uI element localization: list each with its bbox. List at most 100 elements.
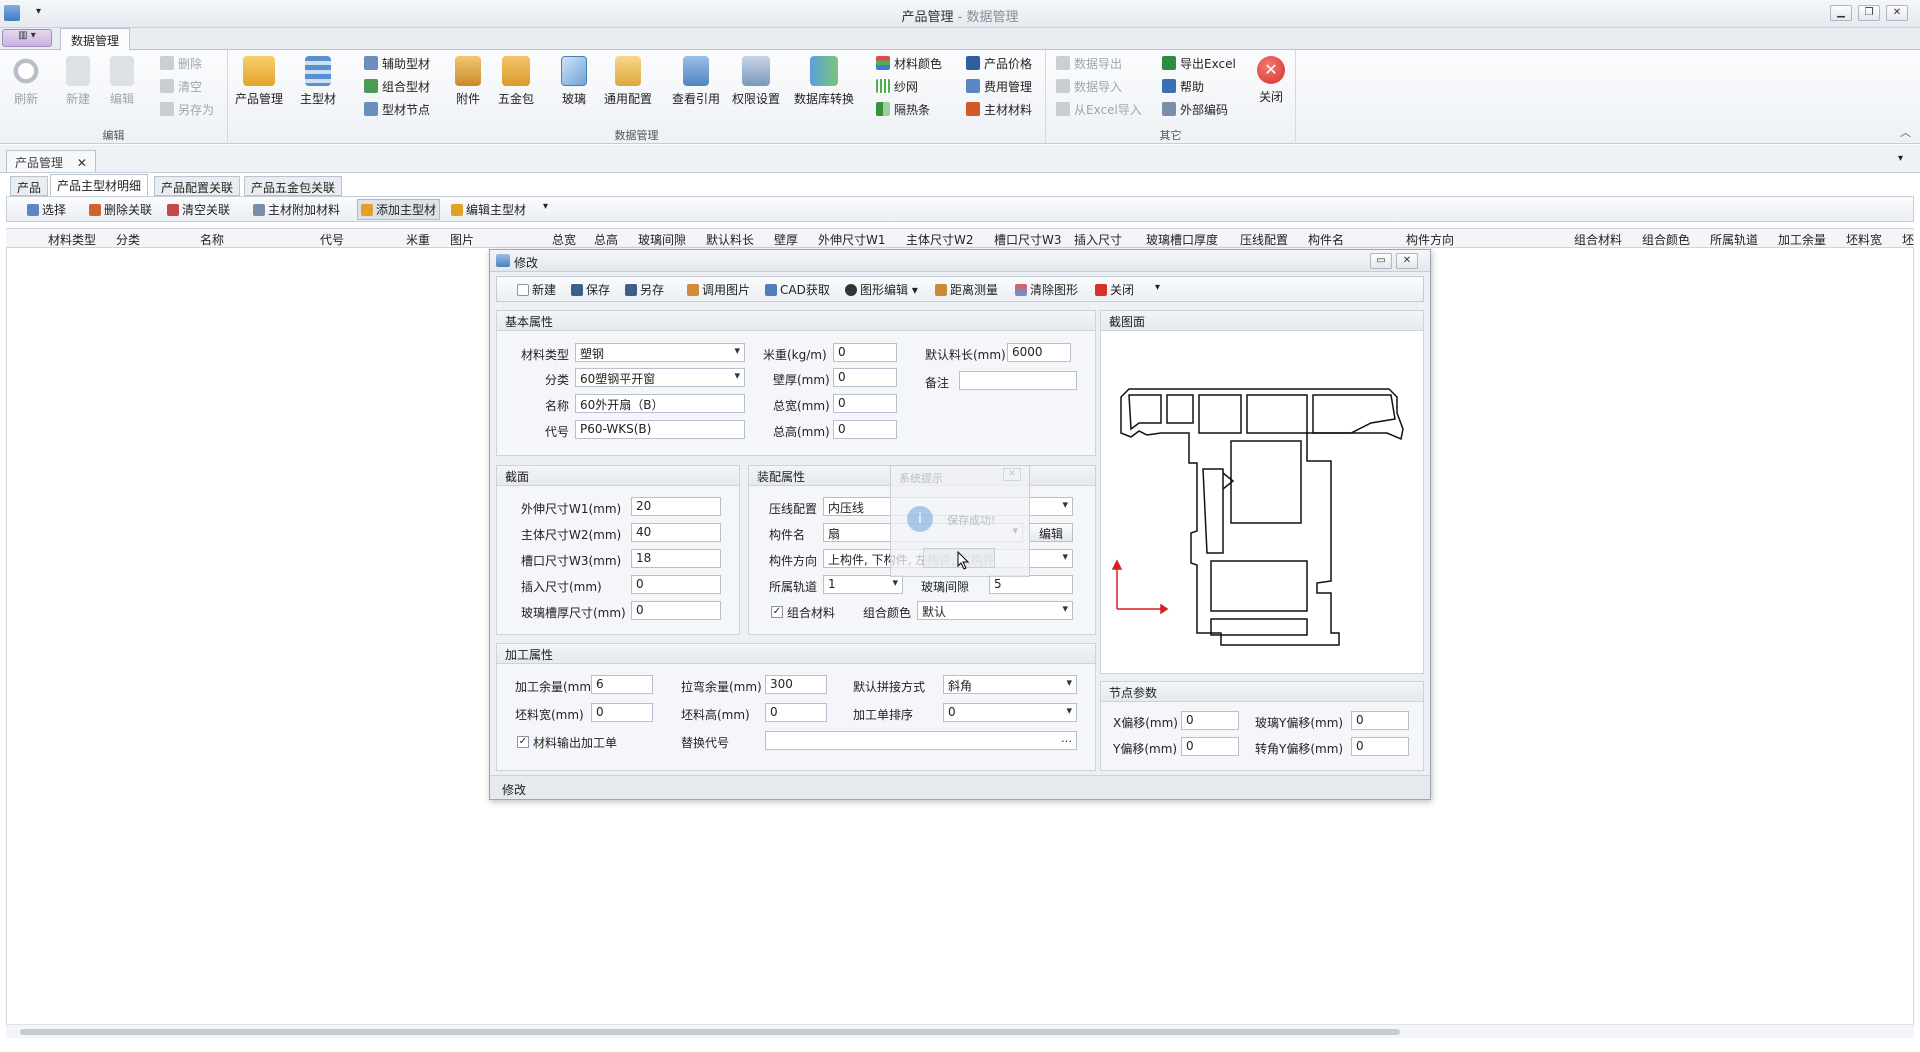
ext-code-button[interactable]: 外部编码 [1162,100,1228,120]
x-offset-input[interactable]: 0 [1181,711,1239,730]
ribbon-tab-data-management[interactable]: 数据管理 [60,28,131,50]
material-color-button[interactable]: 材料颜色 [876,54,942,74]
col-header[interactable]: 加工余量 [1778,231,1826,248]
glass-groove-input[interactable]: 0 [631,601,721,620]
combo-profile-button[interactable]: 组合型材 [364,77,430,97]
minimize-button[interactable]: ▁ [1830,5,1852,21]
remark-input[interactable] [959,371,1077,390]
clear-link-button[interactable]: 清空关联 [167,201,230,218]
combo-material-checkbox[interactable]: ✓ [771,606,783,618]
col-header[interactable]: 坯 [1902,231,1914,248]
permission-button[interactable]: 权限设置 [728,54,784,107]
close-window-button[interactable]: ✕ [1886,5,1908,21]
col-header[interactable]: 玻璃槽口厚度 [1146,231,1218,248]
blank-height-input[interactable]: 0 [765,703,827,722]
ellipsis-icon[interactable]: … [1061,732,1072,745]
replace-code-input[interactable] [765,731,1077,750]
joint-select[interactable]: 斜角 [943,675,1077,694]
doc-tab-product-mgmt[interactable]: 产品管理 ✕ [6,150,96,172]
w3-input[interactable]: 18 [631,549,721,568]
app-menu-button[interactable]: ▥ ▾ [2,29,52,47]
save-as-button[interactable]: 另存为 [160,100,214,120]
name-input[interactable]: 60外开扇（B） [575,394,745,413]
main-extra-material-button[interactable]: 主材附加材料 [253,201,340,218]
total-height-input[interactable]: 0 [833,420,897,439]
default-length-input[interactable]: 6000 [1007,343,1071,362]
main-material-button[interactable]: 主材材料 [966,100,1032,120]
main-profile-button[interactable]: 主型材 [298,54,338,107]
tab-main-profile-detail[interactable]: 产品主型材明细 [50,174,149,196]
product-mgmt-button[interactable]: 产品管理 [234,54,284,107]
col-header[interactable]: 主体尺寸W2 [906,231,974,248]
insert-input[interactable]: 0 [631,575,721,594]
y-offset-input[interactable]: 0 [1181,737,1239,756]
dialog-title-bar[interactable]: 修改 ▭ ✕ [490,250,1430,272]
part-edit-button[interactable]: 编辑 [1029,523,1073,542]
edit-button[interactable]: 编辑 [96,54,148,107]
delete-link-button[interactable]: 删除关联 [89,201,152,218]
view-ref-button[interactable]: 查看引用 [668,54,724,107]
col-header[interactable]: 构件方向 [1406,231,1454,248]
col-header[interactable]: 槽口尺寸W3 [994,231,1062,248]
col-header[interactable]: 米重 [406,231,430,248]
w1-input[interactable]: 20 [631,497,721,516]
thermal-strip-button[interactable]: 隔热条 [876,100,930,120]
bend-input[interactable]: 300 [765,675,827,694]
col-header[interactable]: 插入尺寸 [1074,231,1122,248]
col-header[interactable]: 玻璃间隙 [638,231,686,248]
export-excel-button[interactable]: 导出Excel [1162,54,1236,74]
restore-button[interactable]: ❐ [1858,5,1880,21]
collapse-ribbon-icon[interactable]: ︿ [1900,124,1911,140]
col-header[interactable]: 构件名 [1308,231,1344,248]
tab-config-link[interactable]: 产品配置关联 [154,176,241,196]
output-checkbox[interactable]: ✓ [517,736,529,748]
ribbon-close-button[interactable]: ✕ 关闭 [1248,54,1294,105]
col-header[interactable]: 材料类型 [48,231,96,248]
accessory-button[interactable]: 附件 [448,54,488,107]
toast-close-icon[interactable]: ✕ [1003,468,1021,481]
glass-gap-input[interactable]: 5 [989,575,1073,594]
dlg-save-as-button[interactable]: 另存 [625,281,664,298]
col-header[interactable]: 组合材料 [1574,231,1622,248]
allowance-input[interactable]: 6 [591,675,653,694]
dialog-maximize-button[interactable]: ▭ [1370,253,1392,269]
sort-select[interactable]: 0 [943,703,1077,722]
dlg-save-button[interactable]: 保存 [571,281,610,298]
corner-y-offset-input[interactable]: 0 [1351,737,1409,756]
db-convert-button[interactable]: 数据库转换 [790,54,858,107]
screen-button[interactable]: 纱网 [876,77,918,97]
track-select[interactable]: 1 [823,575,903,594]
tab-product[interactable]: 产品 [10,176,49,196]
profile-node-button[interactable]: 型材节点 [364,100,430,120]
col-header[interactable]: 代号 [320,231,344,248]
meter-weight-input[interactable]: 0 [833,343,897,362]
col-header[interactable]: 分类 [116,231,140,248]
dlg-new-button[interactable]: 新建 [517,281,556,298]
col-header[interactable]: 组合颜色 [1642,231,1690,248]
col-header[interactable]: 坯料宽 [1846,231,1882,248]
col-header[interactable]: 外伸尺寸W1 [818,231,886,248]
help-button[interactable]: 帮助 [1162,77,1204,97]
col-header[interactable]: 压线配置 [1240,231,1288,248]
col-header[interactable]: 所属轨道 [1710,231,1758,248]
horizontal-scrollbar[interactable] [6,1024,1914,1038]
glass-y-offset-input[interactable]: 0 [1351,711,1409,730]
refresh-button[interactable]: 刷新 [0,54,52,107]
dlg-measure-button[interactable]: 距离测量 [935,281,998,298]
w2-input[interactable]: 40 [631,523,721,542]
dlg-cad-button[interactable]: CAD获取 [765,281,830,298]
dlg-clear-shape-button[interactable]: 清除图形 [1015,281,1078,298]
blank-width-input[interactable]: 0 [591,703,653,722]
glass-button[interactable]: 玻璃 [554,54,594,107]
add-main-profile-button[interactable]: 添加主型材 [357,199,441,220]
wall-input[interactable]: 0 [833,368,897,387]
product-price-button[interactable]: 产品价格 [966,54,1032,74]
dlg-close-button[interactable]: 关闭 [1095,281,1134,298]
code-input[interactable]: P60-WKS(B) [575,420,745,439]
col-header[interactable]: 总宽 [552,231,576,248]
delete-button[interactable]: 删除 [160,54,202,74]
col-header[interactable]: 总高 [594,231,618,248]
dialog-close-button[interactable]: ✕ [1396,253,1418,269]
close-tab-icon[interactable]: ✕ [77,156,87,170]
edit-main-profile-button[interactable]: 编辑主型材 [451,201,526,218]
